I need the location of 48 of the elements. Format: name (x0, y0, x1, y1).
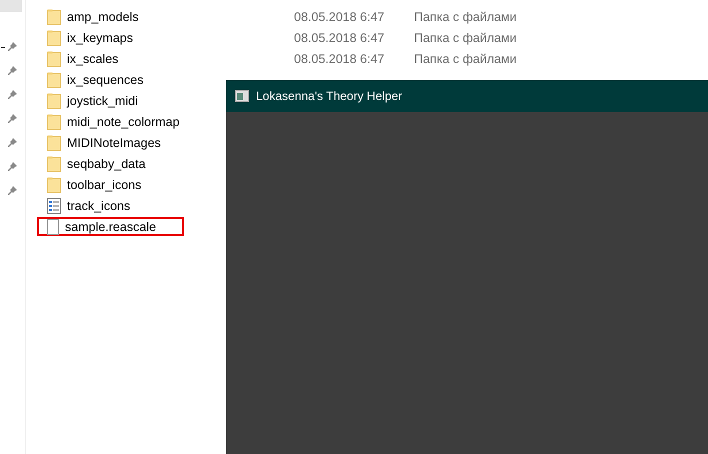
file-type: Папка с файлами (414, 52, 517, 66)
folder-icon (47, 50, 61, 66)
file-name: ix_sequences (67, 72, 144, 86)
app-icon (235, 90, 249, 102)
pin-icon[interactable] (8, 114, 18, 124)
file-name-cell[interactable]: MIDINoteImages (37, 133, 167, 152)
file-type: Папка с файлами (414, 10, 517, 24)
file-name-cell[interactable]: track_icons (37, 196, 136, 215)
pin-icon[interactable] (8, 66, 18, 76)
file-name-cell[interactable]: sample.reascale (37, 217, 184, 236)
folder-icon (47, 156, 61, 172)
pin-icon[interactable] (8, 138, 18, 148)
folder-icon (47, 30, 61, 46)
file-name-cell[interactable]: toolbar_icons (37, 175, 148, 194)
file-name: joystick_midi (67, 94, 138, 108)
pin-icon[interactable] (8, 42, 18, 52)
file-name: toolbar_icons (67, 178, 142, 192)
file-name-cell[interactable]: ix_scales (37, 49, 124, 68)
pin-icon[interactable] (8, 162, 18, 172)
pin-icon[interactable] (8, 90, 18, 100)
file-name-cell[interactable]: ix_sequences (37, 70, 150, 89)
document-icon (47, 218, 59, 234)
date-modified: 08.05.2018 6:47 (294, 52, 386, 66)
folder-icon (47, 8, 61, 24)
file-name: MIDINoteImages (67, 136, 161, 150)
file-name-cell[interactable]: ix_keymaps (37, 28, 139, 47)
list-file-icon (47, 198, 61, 214)
date-modified: 08.05.2018 6:47 (294, 10, 386, 24)
date-modified: 08.05.2018 6:47 (294, 30, 386, 44)
file-name-cell[interactable]: midi_note_colormap (37, 112, 186, 131)
file-name: amp_models (67, 10, 139, 24)
file-type: Папка с файлами (414, 30, 517, 44)
folder-icon (47, 114, 61, 130)
folder-icon (47, 72, 61, 88)
file-name: midi_note_colormap (67, 114, 180, 128)
file-name: seqbaby_data (67, 156, 146, 170)
file-name: ix_keymaps (67, 30, 133, 44)
folder-icon (47, 176, 61, 192)
file-name-cell[interactable]: joystick_midi (37, 91, 144, 110)
folder-icon (47, 134, 61, 150)
pin-icon[interactable] (8, 186, 18, 196)
folder-icon (47, 92, 61, 108)
file-name: sample.reascale (65, 220, 156, 234)
file-name: ix_scales (67, 52, 118, 66)
file-name: track_icons (67, 198, 130, 212)
file-name-cell[interactable]: seqbaby_data (37, 154, 152, 173)
file-name-cell[interactable]: amp_models (37, 7, 145, 26)
window-title: Lokasenna's Theory Helper (256, 89, 402, 103)
